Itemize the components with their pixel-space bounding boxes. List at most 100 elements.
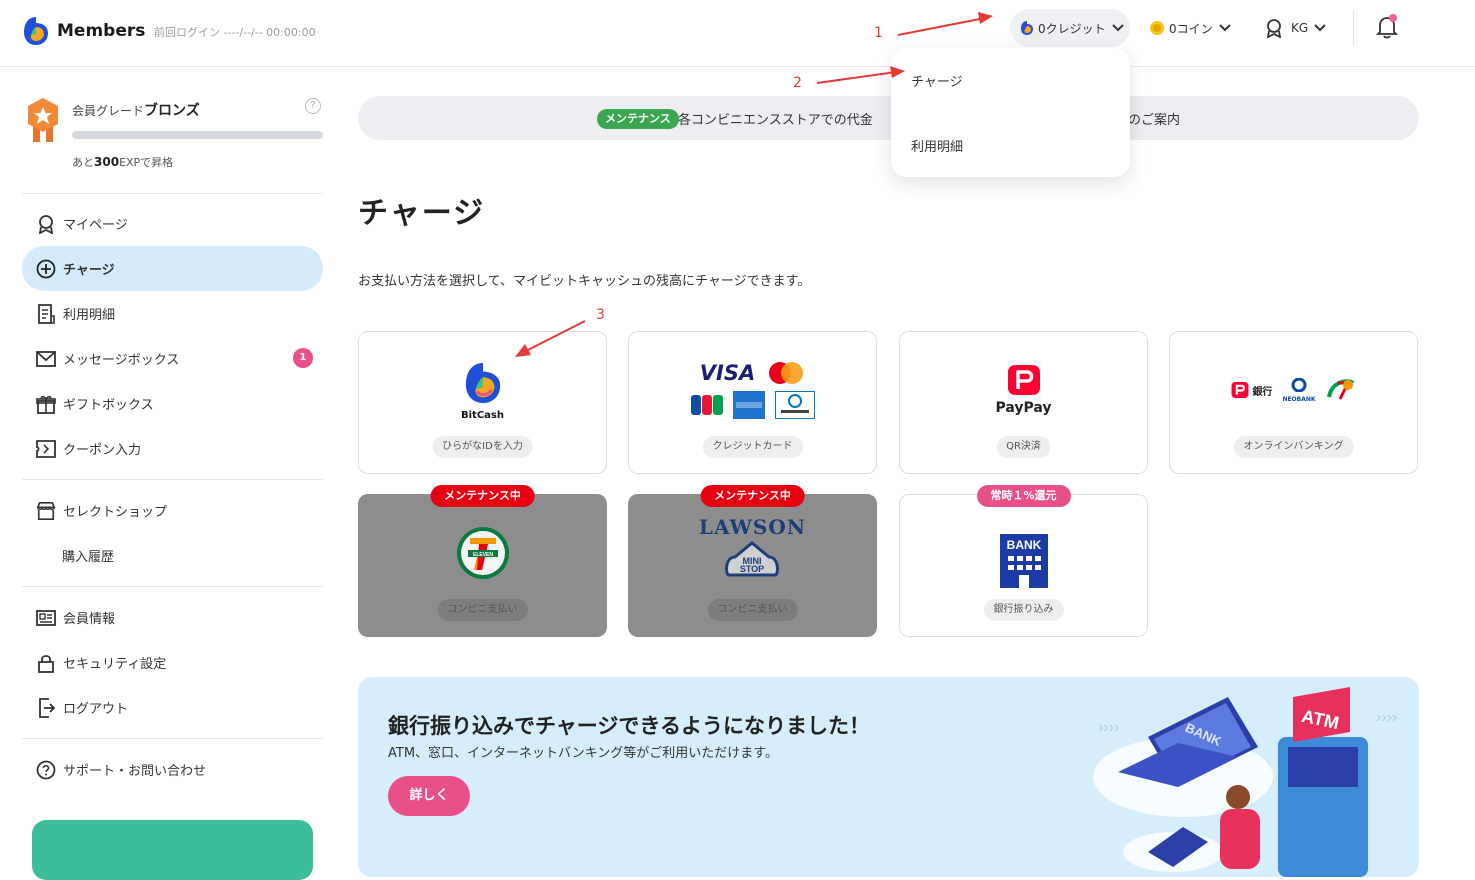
dropdown-item-history[interactable]: 利用明細	[911, 136, 963, 155]
annotation-number-1: 1	[874, 25, 883, 41]
lawson-logo-text: LAWSON	[698, 515, 807, 539]
members-logo-icon[interactable]	[22, 15, 50, 51]
next-exp: 300	[94, 155, 120, 169]
member-grade-panel: 会員グレードブロンズ ? あと300EXPで昇格	[22, 90, 323, 194]
bank-logo-text: BANK	[1006, 538, 1041, 552]
neobank-icon	[1291, 377, 1307, 393]
coin-icon	[1150, 21, 1164, 35]
bitcash-logo-text: BitCash	[461, 409, 504, 421]
method-card-bank-transfer[interactable]: 常時１%還元 BANK 銀行振り込み	[899, 485, 1148, 637]
sidebar-item-label: セキュリティ設定	[63, 657, 167, 672]
sidebar-item-history[interactable]: 利用明細	[22, 291, 323, 336]
method-pill: オンラインバンキング	[1233, 436, 1354, 458]
maintenance-tag: メンテナンス	[597, 109, 679, 129]
sidebar-item-label: メッセージボックス	[63, 353, 180, 368]
credit-menu-button[interactable]: 0クレジット	[1010, 9, 1130, 47]
notice-text-end: のご案内	[1128, 113, 1181, 128]
help-icon	[36, 760, 56, 780]
method-card-paypay[interactable]: PayPay QR決済	[899, 331, 1148, 474]
seven-eleven-logo-text: ELEVEN	[472, 552, 492, 558]
mastercard-icon	[769, 362, 804, 384]
chevron-down-icon	[1218, 24, 1231, 32]
method-card-bitcash[interactable]: BitCash ひらがなIDを入力	[358, 331, 607, 474]
seven-eleven-logo-icon: ELEVEN	[456, 527, 509, 579]
banner-subtitle: ATM、窓口、インターネットバンキング等がご利用いただけます。	[388, 746, 779, 761]
method-card-credit[interactable]: VISA クレジットカード	[628, 331, 877, 474]
sidebar-item-select-shop[interactable]: セレクトショップ	[22, 488, 323, 533]
message-count-badge: 1	[293, 348, 313, 368]
sidebar-item-label: チャージ	[63, 263, 115, 278]
grade-help-icon[interactable]: ?	[305, 98, 321, 114]
page-description: お支払い方法を選択して、マイビットキャッシュの残高にチャージできます。	[358, 274, 811, 289]
bank-transfer-banner[interactable]: 銀行振り込みでチャージできるようになりました！ ATM、窓口、インターネットバン…	[358, 677, 1419, 877]
banner-arrows-text: ››››	[1098, 719, 1119, 736]
method-pill: クレジットカード	[702, 436, 803, 458]
last-login-text: 前回ログイン ----/--/-- 00:00:00	[154, 26, 316, 39]
bitcash-logo-icon	[465, 362, 500, 403]
paypay-logo-icon	[1007, 365, 1040, 395]
next-prefix: あと	[72, 156, 94, 169]
mail-icon	[36, 349, 56, 369]
maintenance-ribbon: メンテナンス中	[430, 485, 535, 507]
bitcash-logo: BitCash	[359, 350, 606, 430]
sidebar-item-messages[interactable]: メッセージボックス 1	[22, 336, 323, 381]
paypay-logo-text: PayPay	[995, 400, 1052, 416]
banner-illustration: ›››› ›››› BANK ATM	[1088, 677, 1418, 877]
grade-progress-bar	[72, 131, 323, 139]
dropdown-item-charge[interactable]: チャージ	[911, 71, 963, 90]
neobank-text: NEOBANK	[1282, 396, 1316, 403]
user-label: KG	[1291, 21, 1309, 35]
method-card-lawson[interactable]: メンテナンス中 LAWSON MINI STOP コンビニ支払い	[628, 485, 877, 637]
receipt-icon	[36, 303, 56, 324]
method-card-online-banking[interactable]: 銀行 NEOBANK オンラインバンキング	[1169, 331, 1418, 474]
jcb-icon	[690, 395, 723, 415]
method-card-seven-eleven[interactable]: メンテナンス中 ELEVEN コンビニ支払い	[358, 485, 607, 637]
top-header: Members 前回ログイン ----/--/-- 00:00:00 0クレジッ…	[0, 0, 1475, 67]
chevron-down-icon	[1314, 24, 1326, 32]
maintenance-ribbon: メンテナンス中	[700, 485, 805, 507]
method-pill: QR決済	[996, 436, 1051, 458]
grade-next-text: あと300EXPで昇格	[72, 154, 173, 170]
paypay-logo: PayPay	[900, 350, 1147, 430]
online-banking-logos: 銀行 NEOBANK	[1170, 350, 1417, 430]
banner-details-button[interactable]: 詳しく	[388, 776, 470, 816]
sidebar-item-support[interactable]: サポート・お問い合わせ	[22, 747, 323, 792]
mypage-icon	[36, 214, 56, 234]
sidebar-item-mypage[interactable]: マイページ	[22, 201, 323, 246]
sidebar-item-security[interactable]: セキュリティ設定	[22, 640, 323, 685]
amex-icon	[732, 391, 765, 419]
sidebar-promo-card[interactable]	[32, 820, 313, 880]
sidebar-nav: マイページ チャージ 利用明細 メッセージボックス 1 ギフトボックス クーポン…	[22, 201, 323, 792]
chevron-down-icon	[1111, 24, 1124, 32]
user-menu-button[interactable]: KG	[1265, 9, 1326, 47]
banner-arrows-text: ››››	[1376, 709, 1397, 726]
sidebar-item-label: サポート・お問い合わせ	[63, 764, 207, 779]
sidebar-item-purchase-history[interactable]: 購入履歴	[22, 533, 323, 578]
credit-card-logos: VISA	[629, 350, 876, 430]
method-pill: コンビニ支払い	[707, 599, 798, 621]
grade-label: 会員グレードブロンズ	[72, 100, 200, 120]
sidebar-item-giftbox[interactable]: ギフトボックス	[22, 381, 323, 426]
credit-label: 0クレジット	[1038, 21, 1106, 36]
method-pill: コンビニ支払い	[437, 599, 528, 621]
plus-circle-icon	[36, 259, 56, 279]
ministop-icon: MINISTOP	[725, 541, 780, 577]
sidebar-item-label: クーポン入力	[63, 443, 142, 458]
id-card-icon	[36, 608, 56, 628]
sidebar-item-charge[interactable]: チャージ	[22, 246, 323, 291]
coin-menu-button[interactable]: 0コイン	[1149, 9, 1231, 47]
sidebar-item-coupon[interactable]: クーポン入力	[22, 426, 323, 471]
sidebar-item-member-info[interactable]: 会員情報	[22, 595, 323, 640]
brand-name[interactable]: Members	[57, 21, 145, 41]
bank-logo: BANK	[900, 521, 1147, 601]
sidebar-item-label: 購入履歴	[62, 550, 115, 565]
bell-icon[interactable]	[1375, 14, 1399, 44]
sidebar-item-label: ログアウト	[63, 702, 129, 717]
maintenance-notice-bar[interactable]: メンテナンス 各コンビニエンスストアでの代金 のご案内	[358, 96, 1419, 140]
sidebar-item-label: セレクトショップ	[63, 505, 168, 520]
logout-icon	[36, 697, 56, 718]
sidebar-item-label: ギフトボックス	[63, 398, 154, 413]
sidebar-item-logout[interactable]: ログアウト	[22, 685, 323, 730]
sidebar: 会員グレードブロンズ ? あと300EXPで昇格 マイページ チャージ 利用明細…	[22, 90, 323, 792]
sidebar-divider	[22, 738, 323, 739]
